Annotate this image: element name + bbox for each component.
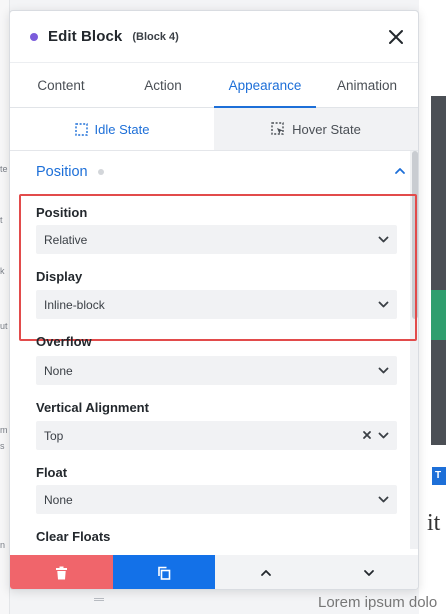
delete-button[interactable] (10, 555, 113, 589)
position-value: Relative (44, 232, 88, 247)
background-green-shape (431, 290, 446, 340)
panel-body: Position Position Relative Display Inlin… (10, 151, 418, 551)
tab-action[interactable]: Action (112, 63, 214, 107)
panel-title: Edit Block (48, 28, 123, 45)
chevron-down-icon (378, 496, 389, 503)
clear-floats-label: Clear Floats (36, 529, 111, 544)
close-icon (389, 30, 403, 44)
block-dot-icon (30, 32, 38, 41)
tab-appearance[interactable]: Appearance (214, 63, 316, 108)
background-badge: T (432, 467, 446, 485)
section-indicator-dot (97, 169, 104, 175)
display-select[interactable]: Inline-block (36, 290, 397, 319)
tab-bar: Content Action Appearance Animation (10, 63, 418, 108)
display-value: Inline-block (44, 297, 105, 312)
background-fragment: ut (0, 321, 8, 331)
chevron-up-icon (261, 570, 272, 576)
vertical-alignment-label: Vertical Alignment (36, 400, 149, 415)
chevron-down-icon (378, 367, 389, 374)
chevron-down-icon (363, 570, 374, 576)
panel-subtitle: (Block 4) (132, 30, 179, 43)
background-fragment: n (0, 540, 6, 550)
duplicate-button[interactable] (112, 555, 215, 589)
background-fragment: te (0, 164, 8, 174)
section-title: Position (36, 164, 88, 180)
background-fragment: t (0, 215, 3, 225)
position-section-header[interactable]: Position (36, 151, 406, 193)
vertical-alignment-select[interactable]: Top (36, 421, 397, 450)
dashed-square-cursor-icon (271, 122, 284, 135)
move-down-button[interactable] (317, 555, 418, 589)
hover-state-tab[interactable]: Hover State (214, 108, 418, 150)
idle-state-tab[interactable]: Idle State (10, 108, 214, 150)
chevron-up-icon (395, 168, 405, 174)
overflow-select[interactable]: None (36, 356, 397, 385)
overflow-label: Overflow (36, 334, 92, 349)
panel-footer (10, 555, 418, 589)
dashed-square-icon (74, 122, 88, 136)
chevron-down-icon (378, 301, 389, 308)
state-switcher: Idle State Hover State (10, 108, 418, 151)
background-edge-text: it (427, 510, 441, 536)
hover-state-label: Hover State (292, 121, 361, 137)
scrollbar-thumb[interactable] (412, 151, 418, 319)
float-label: Float (36, 465, 68, 480)
overflow-value: None (44, 363, 73, 378)
tab-content[interactable]: Content (10, 63, 112, 107)
chevron-down-icon (378, 236, 389, 243)
position-label: Position (36, 205, 88, 220)
idle-state-label: Idle State (94, 121, 150, 137)
move-up-button[interactable] (215, 555, 318, 589)
close-button[interactable] (384, 25, 408, 49)
scrollbar-track[interactable] (410, 151, 418, 549)
background-lorem-text: Lorem ipsum dolo (318, 594, 438, 611)
display-label: Display (36, 269, 83, 284)
position-select[interactable]: Relative (36, 225, 397, 254)
trash-icon (55, 566, 67, 580)
clear-icon[interactable] (362, 430, 372, 440)
copy-icon (157, 566, 171, 580)
background-fragment: s (0, 441, 5, 451)
background-fragment: m (0, 425, 8, 435)
background-fragment: k (0, 266, 5, 276)
panel-header: Edit Block (Block 4) (10, 11, 418, 63)
background-drag-handle (94, 598, 104, 601)
float-value: None (44, 492, 73, 507)
vertical-alignment-value: Top (44, 428, 64, 443)
chevron-down-icon (378, 432, 389, 439)
edit-block-panel: Edit Block (Block 4) Content Action Appe… (9, 10, 419, 590)
float-select[interactable]: None (36, 485, 397, 514)
tab-animation[interactable]: Animation (316, 63, 418, 107)
